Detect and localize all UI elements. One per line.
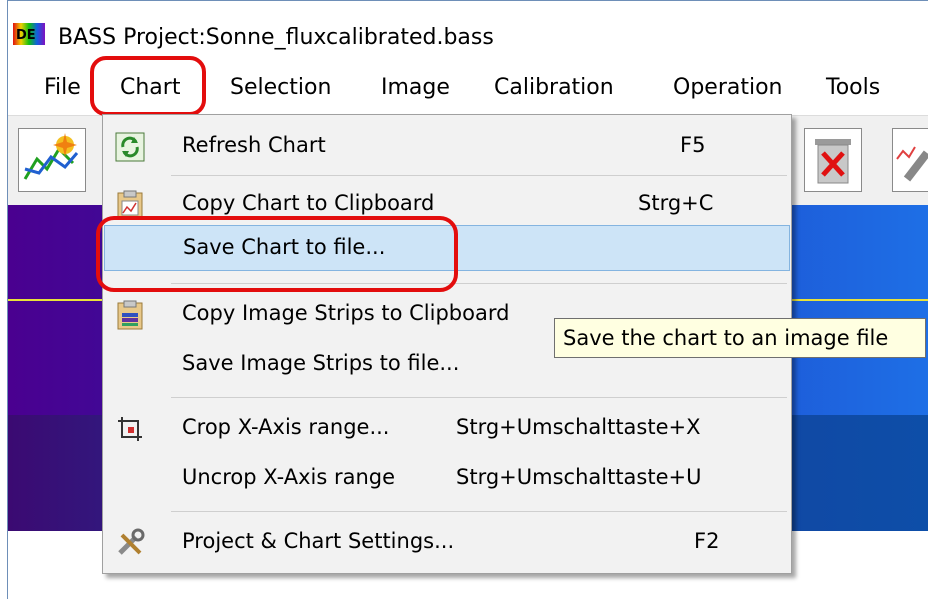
window-title: BASS Project:Sonne_fluxcalibrated.bass [58,25,494,50]
tool-button[interactable] [892,128,928,192]
menu-item-uncrop-x-axis[interactable]: Uncrop X-Axis range Strg+Umschalttaste+U [104,451,790,507]
menu-item-label: Uncrop X-Axis range [182,465,396,489]
new-chart-button[interactable] [18,128,86,192]
tooltip: Save the chart to an image file [554,318,926,358]
bass-app-icon: DE [13,23,45,45]
save-chart-annotation [96,216,458,292]
svg-text:DE: DE [16,28,36,43]
menu-separator [171,511,787,512]
clipboard-strips-icon [117,300,143,330]
delete-button[interactable] [804,128,862,192]
menu-tools[interactable]: Tools [826,75,880,100]
menu-item-shortcut: Strg+Umschalttaste+U [456,465,702,489]
menu-item-shortcut: Strg+C [638,191,714,215]
wrench-chart-icon [896,146,928,182]
menu-item-shortcut: F2 [694,529,720,553]
refresh-icon [115,132,145,162]
crop-icon [118,417,142,441]
chart-menu-annotation [90,56,206,116]
menu-separator [171,397,787,398]
menu-separator [171,175,787,176]
menu-item-shortcut: Strg+Umschalttaste+X [456,415,701,439]
menu-calibration[interactable]: Calibration [494,75,614,100]
menu-item-label: Crop X-Axis range... [182,415,390,439]
chart-spark-icon [23,133,79,180]
menu-file[interactable]: File [44,75,81,100]
menu-operation[interactable]: Operation [673,75,782,100]
menu-item-label: Project & Chart Settings... [182,529,455,553]
menu-item-label: Save Image Strips to file... [182,351,460,375]
settings-tools-icon [118,528,145,555]
menu-selection[interactable]: Selection [230,75,331,100]
menu-item-crop-x-axis[interactable]: Crop X-Axis range... Strg+Umschalttaste+… [104,401,790,457]
menu-item-shortcut: F5 [680,133,706,157]
menu-item-label: Refresh Chart [182,133,326,157]
menu-item-label: Copy Chart to Clipboard [182,191,435,215]
menu-image[interactable]: Image [381,75,450,100]
menu-item-refresh-chart[interactable]: Refresh Chart F5 [104,119,790,175]
menu-item-project-settings[interactable]: Project & Chart Settings... F2 [104,515,790,571]
trash-icon [815,139,851,184]
menu-item-label: Copy Image Strips to Clipboard [182,301,510,325]
